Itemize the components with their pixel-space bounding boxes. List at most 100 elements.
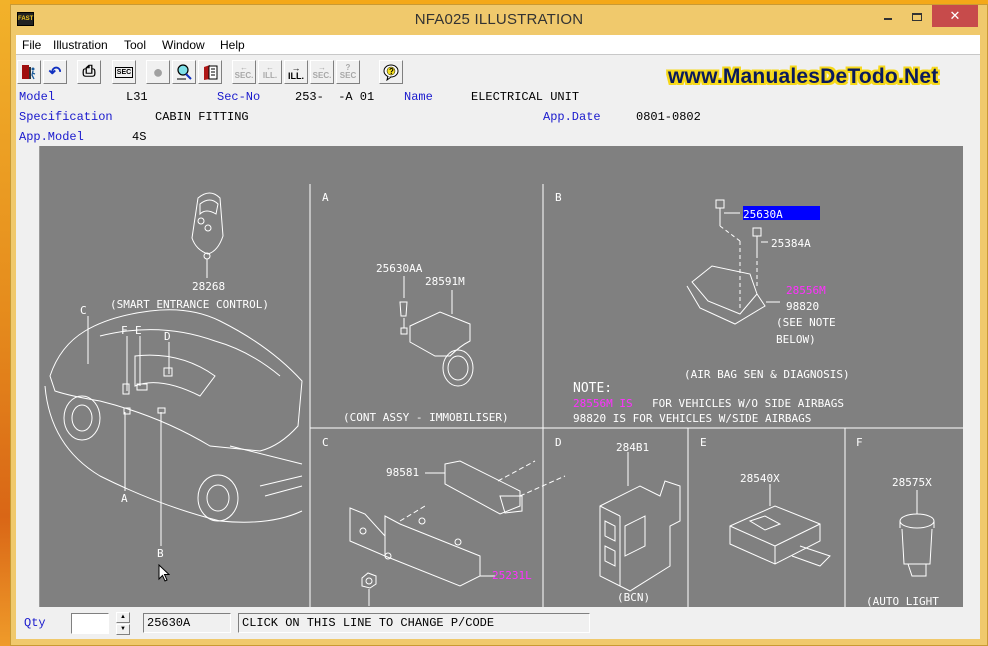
bracket-drawing	[349, 460, 566, 606]
gray-circle-icon: ●	[152, 61, 164, 82]
illustration-canvas[interactable]: 28268 (SMART ENTRANCE CONTROL) C F E D A…	[39, 146, 963, 607]
part-label-25630a[interactable]: 25630A	[743, 208, 783, 221]
note-line-1: FOR VEHICLES W/O SIDE AIRBAGS	[652, 397, 844, 410]
module-e-drawing	[729, 484, 831, 567]
panel-f-label: F	[856, 436, 863, 449]
specification-value: CABIN FITTING	[155, 110, 249, 124]
auto-light-sensor-drawing	[899, 490, 935, 577]
part-label-25384a[interactable]: 25384A	[771, 237, 811, 250]
bcn-drawing	[599, 452, 681, 592]
immobiliser-drawing	[399, 276, 474, 387]
app-date-value: 0801-0802	[636, 110, 701, 124]
part-label-28540x[interactable]: 28540X	[740, 472, 780, 485]
part-label-28268[interactable]: 28268	[192, 280, 225, 293]
secno-label: Sec-No	[217, 90, 261, 104]
callout-a: A	[121, 492, 128, 505]
help-button[interactable]: ?	[379, 60, 403, 84]
magnifier-icon	[177, 64, 192, 80]
vehicle-drawing	[44, 309, 303, 546]
help-bubble-icon: ?	[383, 64, 399, 81]
mouse-pointer-icon	[158, 564, 170, 582]
secno-value: 253- -A 01	[295, 90, 375, 104]
record-button[interactable]: ●	[146, 60, 170, 84]
callout-f: F	[121, 324, 128, 337]
next-section-label: SEC.	[312, 71, 332, 80]
part-label-98820[interactable]: 98820	[786, 300, 819, 313]
part-label-284b1[interactable]: 284B1	[616, 441, 649, 454]
menu-illustration[interactable]: Illustration	[53, 38, 108, 52]
panel-c-label: C	[322, 436, 329, 449]
note-line-2: 98820 IS FOR VEHICLES W/SIDE AIRBAGS	[573, 412, 811, 425]
part-label-25630aa[interactable]: 25630AA	[376, 262, 423, 275]
qty-spin-up-button[interactable]: ▲	[116, 612, 130, 623]
menu-help[interactable]: Help	[220, 38, 245, 52]
callout-e: E	[135, 324, 142, 337]
callout-d: D	[164, 330, 171, 343]
part-label-98581[interactable]: 98581	[386, 466, 419, 479]
see-note-text-2: BELOW)	[776, 333, 816, 346]
note-title: NOTE:	[573, 381, 612, 396]
panel-b-label: B	[555, 191, 562, 204]
arrow-up-icon: ▲	[120, 614, 126, 620]
part-label-28556m[interactable]: 28556M	[786, 284, 826, 297]
app-model-label: App.Model	[19, 130, 84, 144]
sec-box-icon: SEC	[114, 66, 134, 78]
prev-section-button[interactable]: ← SEC.	[232, 60, 256, 84]
app-model-value: 4S	[132, 130, 147, 144]
part-label-28575x[interactable]: 28575X	[892, 476, 932, 489]
svg-text:?: ?	[389, 67, 394, 76]
maximize-icon	[912, 13, 922, 22]
query-section-label: SEC	[339, 71, 357, 80]
panel-b-caption: (AIR BAG SEN & DIAGNOSIS)	[684, 368, 850, 381]
menu-tool[interactable]: Tool	[124, 38, 146, 52]
part-label-28591m[interactable]: 28591M	[425, 275, 465, 288]
name-label: Name	[404, 90, 433, 104]
exit-button[interactable]	[17, 60, 41, 84]
menu-window[interactable]: Window	[162, 38, 205, 52]
main-caption: (SMART ENTRANCE CONTROL)	[110, 298, 269, 311]
panel-a-caption: (CONT ASSY - IMMOBILISER)	[343, 411, 509, 424]
title-bar[interactable]: FAST NFA025 ILLUSTRATION ✕	[11, 5, 987, 35]
window-title: NFA025 ILLUSTRATION	[414, 11, 584, 28]
close-button[interactable]: ✕	[932, 5, 978, 27]
part-label-25231l[interactable]: 25231L	[492, 569, 532, 582]
qty-spin-down-button[interactable]: ▼	[116, 624, 130, 635]
undo-button[interactable]: ↶	[43, 60, 67, 84]
client-area: File Illustration Tool Window Help ↶ ⎙ S…	[16, 35, 980, 639]
change-pcode-line[interactable]: CLICK ON THIS LINE TO CHANGE P/CODE	[238, 613, 590, 633]
next-section-button[interactable]: → SEC.	[310, 60, 334, 84]
next-illustration-label: ILL.	[288, 71, 304, 81]
menu-file[interactable]: File	[22, 38, 41, 52]
query-section-button[interactable]: ? SEC	[336, 60, 360, 84]
exit-door-icon	[22, 65, 36, 80]
name-value: ELECTRICAL UNIT	[471, 90, 580, 104]
section-button[interactable]: SEC	[112, 60, 136, 84]
maximize-button[interactable]	[904, 5, 930, 27]
print-button[interactable]: ⎙	[77, 60, 101, 84]
callout-c: C	[80, 304, 87, 317]
part-code-field[interactable]: 25630A	[143, 613, 231, 633]
note-line-1-highlight: 28556M IS	[573, 397, 633, 410]
watermark-text: www.ManualesDeTodo.Net	[668, 65, 939, 88]
close-icon: ✕	[949, 8, 961, 23]
panel-f-caption: (AUTO LIGHT	[866, 595, 939, 607]
menu-bar: File Illustration Tool Window Help	[16, 35, 980, 55]
key-fob-drawing	[191, 192, 224, 278]
model-label: Model	[19, 90, 56, 104]
minimize-icon	[884, 18, 892, 21]
qty-input[interactable]	[71, 613, 109, 634]
qty-label: Qty	[24, 616, 46, 630]
catalog-button[interactable]	[198, 60, 222, 84]
illustration-window: FAST NFA025 ILLUSTRATION ✕ File Illustra…	[10, 4, 988, 646]
next-illustration-button[interactable]: → ILL.	[284, 60, 308, 84]
search-button[interactable]	[172, 60, 196, 84]
status-bar: Qty ▲ ▼ 25630A CLICK ON THIS LINE TO CHA…	[16, 607, 980, 639]
prev-illustration-label: ILL.	[262, 71, 278, 80]
desktop-background	[0, 0, 10, 646]
specification-label: Specification	[19, 110, 113, 124]
panel-e-label: E	[700, 436, 707, 449]
minimize-button[interactable]	[875, 5, 901, 27]
app-date-label: App.Date	[543, 110, 601, 124]
panel-d-label: D	[555, 436, 562, 449]
prev-illustration-button[interactable]: ← ILL.	[258, 60, 282, 84]
